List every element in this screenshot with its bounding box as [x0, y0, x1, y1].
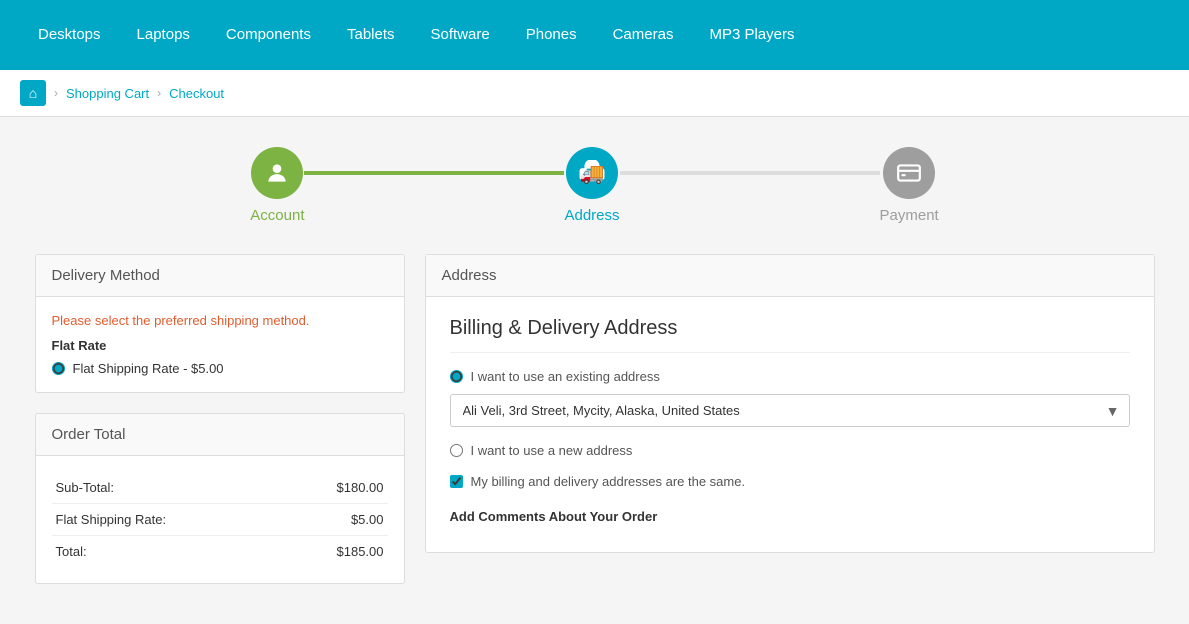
delivery-method-header: Delivery Method — [36, 255, 404, 297]
step-account: Account — [250, 147, 304, 224]
breadcrumb-checkout[interactable]: Checkout — [169, 86, 224, 101]
breadcrumb-sep-2: › — [157, 86, 161, 100]
order-total-row: Sub-Total: $180.00 — [52, 472, 388, 504]
delivery-method-body: Please select the preferred shipping met… — [36, 297, 404, 392]
order-total-table: Sub-Total: $180.00 Flat Shipping Rate: $… — [52, 472, 388, 567]
new-address-row: I want to use a new address — [450, 443, 1130, 458]
order-total-row-value: $180.00 — [281, 472, 387, 504]
order-total-row: Total: $185.00 — [52, 536, 388, 568]
address-panel: Address Billing & Delivery Address I wan… — [425, 254, 1155, 553]
order-total-row: Flat Shipping Rate: $5.00 — [52, 504, 388, 536]
comments-label: Add Comments About Your Order — [450, 509, 1130, 524]
flat-rate-radio[interactable] — [52, 362, 65, 375]
delivery-warning: Please select the preferred shipping met… — [52, 313, 388, 328]
top-navigation: Desktops Laptops Components Tablets Soft… — [0, 0, 1189, 70]
main-content: Delivery Method Please select the prefer… — [15, 244, 1175, 624]
nav-item-cameras[interactable]: Cameras — [595, 0, 692, 70]
step-account-icon — [251, 147, 303, 199]
order-total-row-value: $185.00 — [281, 536, 387, 568]
nav-item-components[interactable]: Components — [208, 0, 329, 70]
nav-item-software[interactable]: Software — [413, 0, 508, 70]
left-panel: Delivery Method Please select the prefer… — [35, 254, 405, 604]
step-address-label: Address — [564, 207, 619, 224]
new-address-radio[interactable] — [450, 444, 463, 457]
address-select-wrapper: Ali Veli, 3rd Street, Mycity, Alaska, Un… — [450, 394, 1130, 427]
step-account-label: Account — [250, 207, 304, 224]
flat-rate-option-label[interactable]: Flat Shipping Rate - $5.00 — [73, 361, 224, 376]
step-line-1 — [304, 171, 564, 175]
nav-item-laptops[interactable]: Laptops — [119, 0, 208, 70]
existing-address-radio[interactable] — [450, 370, 463, 383]
step-payment-icon — [883, 147, 935, 199]
breadcrumb-sep-1: › — [54, 86, 58, 100]
right-panel: Address Billing & Delivery Address I wan… — [425, 254, 1155, 604]
flat-rate-label: Flat Rate — [52, 338, 388, 353]
order-total-header: Order Total — [36, 414, 404, 456]
address-panel-header: Address — [426, 255, 1154, 297]
nav-item-mp3players[interactable]: MP3 Players — [691, 0, 812, 70]
step-address: 🚚 🚚 Address — [564, 147, 619, 224]
existing-address-row: I want to use an existing address — [450, 369, 1130, 384]
checkout-steps: Account 🚚 🚚 Address Payment — [0, 117, 1189, 244]
billing-title: Billing & Delivery Address — [450, 317, 1130, 353]
order-total-row-value: $5.00 — [281, 504, 387, 536]
order-total-row-label: Flat Shipping Rate: — [52, 504, 282, 536]
nav-item-tablets[interactable]: Tablets — [329, 0, 413, 70]
address-panel-body: Billing & Delivery Address I want to use… — [426, 297, 1154, 552]
same-address-label[interactable]: My billing and delivery addresses are th… — [471, 474, 746, 489]
address-select[interactable]: Ali Veli, 3rd Street, Mycity, Alaska, Un… — [450, 394, 1130, 427]
step-address-icon: 🚚 🚚 — [566, 147, 618, 199]
order-total-row-label: Total: — [52, 536, 282, 568]
flat-rate-option: Flat Shipping Rate - $5.00 — [52, 361, 388, 376]
same-address-checkbox[interactable] — [450, 475, 463, 488]
step-payment-label: Payment — [880, 207, 939, 224]
same-address-row: My billing and delivery addresses are th… — [450, 474, 1130, 489]
nav-item-desktops[interactable]: Desktops — [20, 0, 119, 70]
step-line-2 — [620, 171, 880, 175]
new-address-label[interactable]: I want to use a new address — [471, 443, 633, 458]
existing-address-label[interactable]: I want to use an existing address — [471, 369, 660, 384]
order-total-body: Sub-Total: $180.00 Flat Shipping Rate: $… — [36, 456, 404, 583]
delivery-method-panel: Delivery Method Please select the prefer… — [35, 254, 405, 393]
breadcrumb: ⌂ › Shopping Cart › Checkout — [0, 70, 1189, 117]
home-icon[interactable]: ⌂ — [20, 80, 46, 106]
order-total-panel: Order Total Sub-Total: $180.00 Flat Ship… — [35, 413, 405, 584]
step-payment: Payment — [880, 147, 939, 224]
nav-item-phones[interactable]: Phones — [508, 0, 595, 70]
breadcrumb-shopping-cart[interactable]: Shopping Cart — [66, 86, 149, 101]
order-total-row-label: Sub-Total: — [52, 472, 282, 504]
